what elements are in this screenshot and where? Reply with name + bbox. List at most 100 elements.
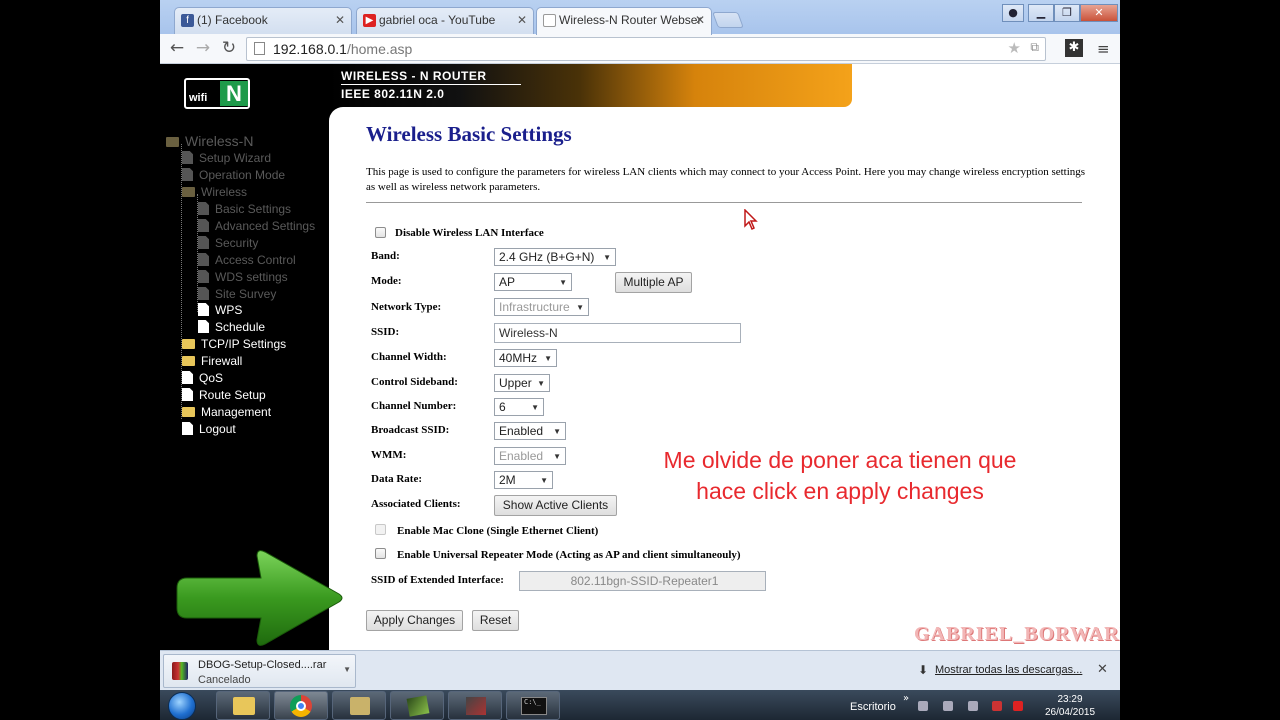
sidebar-item-label: WDS settings (215, 270, 288, 284)
taskbar-app[interactable] (448, 691, 502, 720)
new-tab-button[interactable] (712, 12, 744, 28)
sidebar-item-wireless-n[interactable]: Wireless-N (166, 133, 253, 149)
tray-arrow-icon[interactable] (918, 701, 928, 711)
close-window-button[interactable]: ✕ (1080, 4, 1118, 22)
sidebar-item-label: Advanced Settings (215, 219, 316, 233)
folder-icon (182, 339, 195, 349)
file-icon (182, 388, 193, 401)
tab-facebook[interactable]: f (1) Facebook ✕ (174, 7, 352, 34)
data-rate-select[interactable]: 2M (494, 471, 553, 489)
sidebar-item-tcp-ip-settings[interactable]: TCP/IP Settings (182, 336, 286, 352)
star-icon[interactable]: ★ (1008, 39, 1021, 57)
taskbar-cmd[interactable]: C:\_ (506, 691, 560, 720)
windows-taskbar: C:\_ Escritorio » 23:29 26/04/2015 (160, 690, 1120, 720)
taskbar-app[interactable] (390, 691, 444, 720)
clock[interactable]: 23:29 26/04/2015 (1035, 693, 1105, 719)
tab-youtube[interactable]: ▶ gabriel oca - YouTube ✕ (356, 7, 534, 34)
network-type-select[interactable]: Infrastructure (494, 298, 589, 316)
translate-icon[interactable]: ⧉ (1030, 40, 1039, 55)
sidebar-item-operation-mode[interactable]: Operation Mode (182, 167, 285, 183)
control-sideband-select[interactable]: Upper (494, 374, 550, 392)
broadcast-ssid-select[interactable]: Enabled (494, 422, 566, 440)
back-arrow-icon[interactable]: ← (166, 39, 188, 57)
desktop-toolbar-label[interactable]: Escritorio (850, 701, 896, 713)
multiple-ap-button[interactable]: Multiple AP (615, 272, 692, 293)
chevron-icon[interactable]: » (903, 693, 909, 704)
extended-ssid-input[interactable]: 802.11bgn-SSID-Repeater1 (519, 571, 766, 591)
download-name: DBOG-Setup-Closed....rar (198, 659, 327, 671)
chevron-down-icon[interactable]: ▼ (343, 665, 351, 674)
sidebar-item-label: Schedule (215, 320, 266, 334)
sidebar-item-wps[interactable]: WPS (198, 302, 242, 318)
download-status: Cancelado (198, 674, 251, 686)
sidebar-item-schedule[interactable]: Schedule (198, 319, 265, 335)
sidebar-item-label: Logout (199, 422, 236, 436)
sidebar-item-advanced-settings[interactable]: Advanced Settings (198, 218, 315, 234)
mac-clone-checkbox[interactable] (375, 524, 386, 535)
wifi-n-logo: wifi N (184, 78, 250, 109)
antivirus-icon[interactable] (1013, 701, 1023, 711)
youtube-icon: ▶ (363, 14, 376, 27)
sidebar-item-qos[interactable]: QoS (182, 370, 223, 386)
close-tab-icon[interactable]: ✕ (517, 13, 527, 27)
sidebar-item-firewall[interactable]: Firewall (182, 353, 242, 369)
taskbar-explorer[interactable] (216, 691, 270, 720)
apply-changes-button[interactable]: Apply Changes (366, 610, 463, 631)
close-tab-icon[interactable]: ✕ (335, 13, 345, 27)
taskbar-archive[interactable] (332, 691, 386, 720)
divider (366, 202, 1082, 203)
reload-icon[interactable]: ↻ (218, 39, 240, 57)
browser-toolbar: ← → ↻ 192.168.0.1/home.asp ★ ⧉ ✱ ≡ (160, 34, 1120, 64)
sidebar-item-label: Basic Settings (215, 202, 292, 216)
facebook-icon: f (181, 14, 194, 27)
repeater-checkbox[interactable] (375, 548, 386, 559)
sidebar-item-site-survey[interactable]: Site Survey (198, 286, 276, 302)
start-button[interactable] (168, 692, 196, 720)
sidebar-item-basic-settings[interactable]: Basic Settings (198, 201, 291, 217)
tray-icon[interactable] (968, 701, 978, 711)
mode-select[interactable]: AP (494, 273, 572, 291)
sidebar-item-label: TCP/IP Settings (201, 337, 287, 351)
download-item[interactable]: DBOG-Setup-Closed....rar Cancelado ▼ (163, 654, 356, 688)
close-tab-icon[interactable]: ✕ (695, 13, 705, 27)
wmm-select[interactable]: Enabled (494, 447, 566, 465)
taskbar-chrome[interactable] (274, 691, 328, 720)
app-icon (406, 695, 430, 717)
address-bar[interactable]: 192.168.0.1/home.asp ★ ⧉ (246, 37, 1046, 61)
tab-router[interactable]: Wireless-N Router Webser ✕ (536, 7, 712, 35)
tray-icon[interactable] (943, 701, 953, 711)
sidebar-item-wireless[interactable]: Wireless (182, 184, 247, 200)
sidebar-item-logout[interactable]: Logout (182, 421, 236, 437)
close-icon[interactable]: ✕ (1097, 662, 1108, 677)
folder-icon (182, 187, 195, 197)
channel-number-label: Channel Number: (371, 400, 457, 412)
user-icon[interactable]: ● (1002, 4, 1024, 22)
sidebar-item-label: Setup Wizard (199, 151, 272, 165)
show-all-downloads-link[interactable]: Mostrar todas las descargas... (935, 664, 1082, 676)
file-icon (198, 236, 209, 249)
menu-icon[interactable]: ≡ (1097, 40, 1110, 58)
sidebar-item-access-control[interactable]: Access Control (198, 252, 296, 268)
band-select[interactable]: 2.4 GHz (B+G+N) (494, 248, 616, 266)
extension-icon[interactable]: ✱ (1065, 39, 1083, 57)
show-active-clients-button[interactable]: Show Active Clients (494, 495, 617, 516)
channel-width-select[interactable]: 40MHz (494, 349, 557, 367)
disable-wlan-checkbox[interactable] (375, 227, 386, 238)
ssid-input[interactable]: Wireless-N (494, 323, 741, 343)
download-bar: DBOG-Setup-Closed....rar Cancelado ▼ ⬇ M… (160, 650, 1120, 690)
channel-number-select[interactable]: 6 (494, 398, 544, 416)
file-icon (198, 253, 209, 266)
sidebar-item-security[interactable]: Security (198, 235, 258, 251)
reset-button[interactable]: Reset (472, 610, 519, 631)
sidebar-item-setup-wizard[interactable]: Setup Wizard (182, 150, 271, 166)
terminal-icon: C:\_ (521, 697, 547, 715)
sidebar-item-route-setup[interactable]: Route Setup (182, 387, 266, 403)
minimize-button[interactable]: ▁ (1028, 4, 1054, 22)
file-icon (198, 270, 209, 283)
forward-arrow-icon[interactable]: → (192, 39, 214, 57)
sidebar-item-wds-settings[interactable]: WDS settings (198, 269, 288, 285)
tray-flag-icon[interactable] (992, 701, 1002, 711)
network-type-label: Network Type: (371, 301, 442, 313)
restore-button[interactable]: ❐ (1054, 4, 1080, 22)
sidebar-item-management[interactable]: Management (182, 404, 271, 420)
